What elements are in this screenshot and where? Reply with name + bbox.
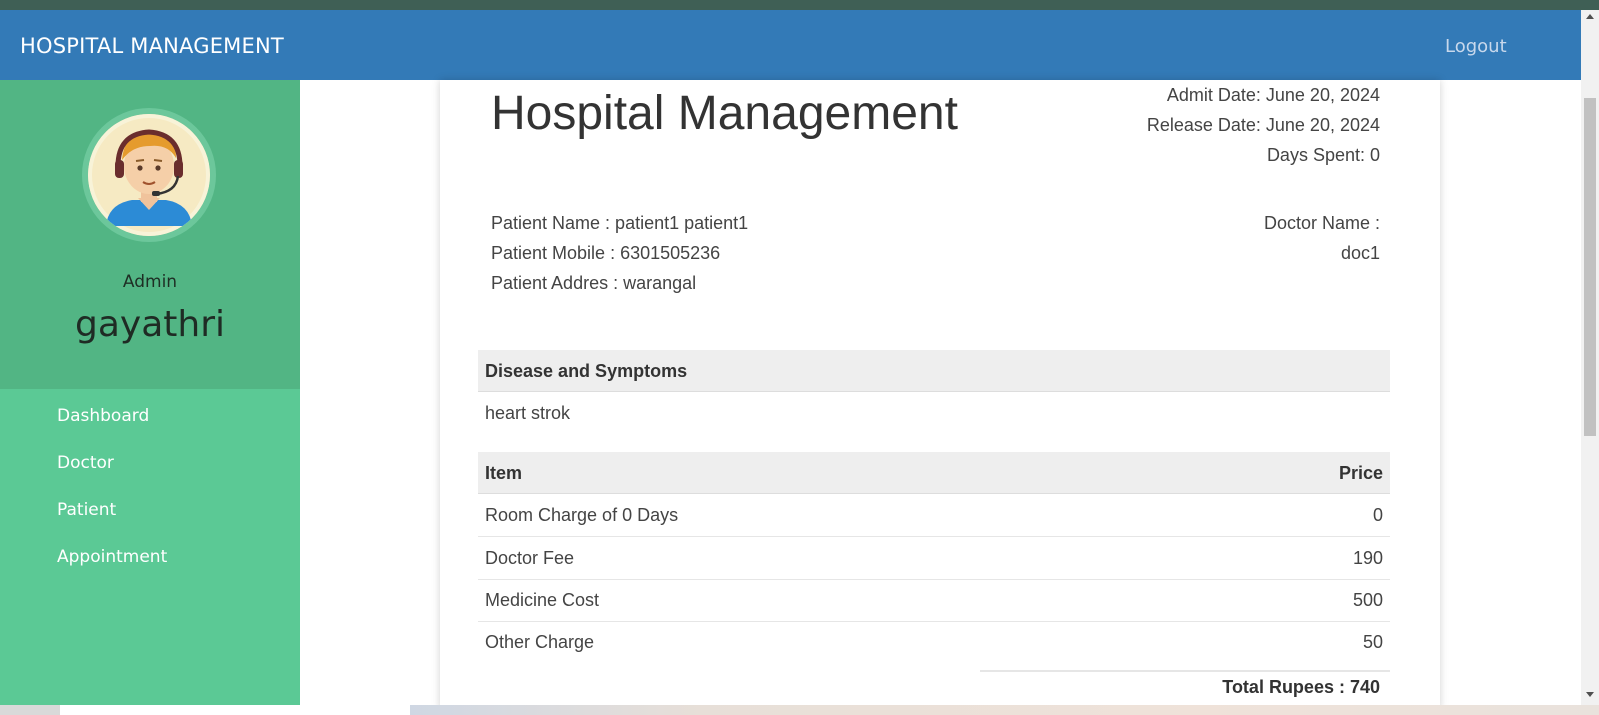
- user-name: gayathri: [74, 304, 225, 345]
- total-divider: [980, 670, 1390, 672]
- avatar-ring: [82, 108, 216, 242]
- table-row: Medicine Cost 500: [478, 579, 1390, 622]
- sidebar-item-doctor[interactable]: Doctor: [0, 450, 300, 497]
- top-navbar: HOSPITAL MANAGEMENT Logout: [0, 10, 1581, 80]
- disease-text: heart strok: [485, 403, 571, 423]
- patient-mobile: Patient Mobile : 6301505236: [491, 243, 721, 263]
- release-date: Release Date: June 20, 2024: [1146, 115, 1380, 135]
- disease-header: Disease and Symptoms: [478, 350, 1390, 392]
- sidebar-item-appointment[interactable]: Appointment: [0, 544, 300, 591]
- navbar-brand[interactable]: HOSPITAL MANAGEMENT: [20, 10, 284, 82]
- invoice-card: Hospital Management Admit Date: June 20,…: [440, 80, 1440, 710]
- row-price: 500: [1352, 590, 1383, 610]
- doctor-info: Doctor Name : doc1: [1264, 208, 1380, 268]
- row-item: Medicine Cost: [485, 590, 600, 610]
- invoice-title: Hospital Management: [491, 87, 958, 140]
- window-top-strip: [0, 0, 1599, 10]
- row-item: Other Charge: [485, 632, 595, 652]
- item-column-header: Item: [485, 463, 523, 483]
- scroll-up-arrow-icon[interactable]: [1586, 14, 1594, 19]
- row-price: 190: [1352, 548, 1383, 568]
- patient-name: Patient Name : patient1 patient1: [491, 213, 749, 233]
- days-spent: Days Spent: 0: [1266, 145, 1380, 165]
- row-price: 50: [1362, 632, 1383, 652]
- user-role: Admin: [122, 272, 178, 292]
- logout-link[interactable]: Logout: [1445, 10, 1507, 83]
- patient-info: Patient Name : patient1 patient1 Patient…: [491, 208, 748, 298]
- date-info: Admit Date: June 20, 2024 Release Date: …: [1147, 80, 1380, 170]
- total-amount: Total Rupees : 740: [1222, 677, 1380, 697]
- table-row: Doctor Fee 190: [478, 537, 1390, 580]
- admit-date: Admit Date: June 20, 2024: [1166, 85, 1380, 105]
- scroll-down-arrow-icon[interactable]: [1586, 692, 1594, 697]
- support-agent-avatar-icon: [88, 114, 210, 236]
- row-item: Room Charge of 0 Days: [485, 505, 679, 525]
- sidebar-menu: Dashboard Doctor Patient Appointment: [0, 403, 300, 591]
- price-column-header: Price: [1338, 463, 1383, 483]
- row-price: 0: [1372, 505, 1383, 525]
- table-row: Other Charge 50: [478, 621, 1390, 664]
- disease-header-label: Disease and Symptoms: [485, 361, 688, 381]
- items-table-header: Item Price: [478, 452, 1390, 494]
- doctor-label: Doctor Name :: [1263, 213, 1380, 233]
- sidebar-item-dashboard[interactable]: Dashboard: [0, 403, 300, 450]
- doctor-name: doc1: [1340, 243, 1380, 263]
- row-item: Doctor Fee: [485, 548, 575, 568]
- scrollbar-thumb[interactable]: [1584, 98, 1596, 436]
- taskbar-strip: [0, 705, 1599, 715]
- table-row: Room Charge of 0 Days 0: [478, 494, 1390, 537]
- patient-address: Patient Addres : warangal: [491, 273, 697, 293]
- profile-panel: Admin gayathri: [0, 80, 300, 389]
- sidebar: Admin gayathri Dashboard Doctor Patient …: [0, 80, 300, 710]
- page-scrollbar[interactable]: [1581, 10, 1599, 705]
- sidebar-item-patient[interactable]: Patient: [0, 497, 300, 544]
